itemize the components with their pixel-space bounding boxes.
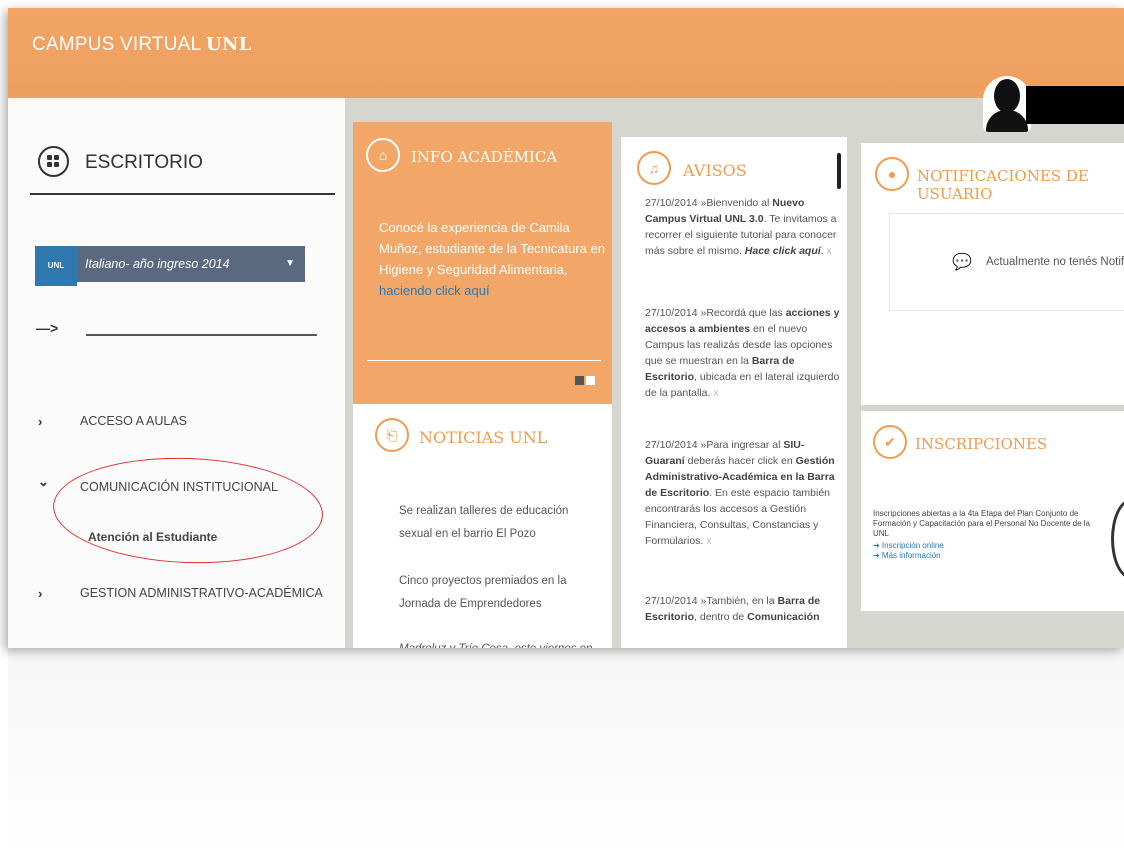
info-academica-panel: ⌂ INFO ACADÉMICA Conocé la experiencia d…: [353, 122, 612, 404]
notifications-empty-text: Actualmente no tenés Notificaciones: [986, 256, 1124, 268]
speech-bubble-icon: 💬: [952, 254, 972, 271]
brand-text: CAMPUS VIRTUAL: [32, 34, 201, 55]
grid-icon[interactable]: [38, 146, 69, 177]
reflection-gradient: [8, 648, 1124, 848]
brand-logo[interactable]: CAMPUS VIRTUAL UNL: [32, 34, 251, 56]
aviso-date: 27/10/2014 »: [645, 307, 707, 319]
info-text: Conocé la experiencia de Camila Muñoz, e…: [379, 217, 605, 301]
course-select[interactable]: Italiano- año ingreso 2014 ▼: [77, 246, 305, 282]
news-item[interactable]: Madreluz y Trío Cosa, este viernes en: [399, 638, 604, 648]
brand-bold-text: UNL: [206, 34, 252, 55]
sidebar-item-gestion[interactable]: › GESTION ADMINISTRATIVO-ACADÉMICA: [8, 580, 345, 610]
check-icon: ✔: [873, 425, 907, 459]
user-avatar[interactable]: [983, 76, 1031, 132]
arrow-icon: —>: [36, 320, 59, 336]
aviso-text: Recordá que las: [706, 307, 786, 319]
chevron-right-icon: ›: [38, 414, 43, 429]
sidebar-item-label: ACCESO A AULAS: [80, 414, 187, 428]
close-icon[interactable]: x: [827, 245, 832, 257]
info-body: Conocé la experiencia de Camila Muñoz, e…: [379, 220, 605, 277]
aviso-text: Bienvenido al: [706, 197, 773, 209]
top-bar: CAMPUS VIRTUAL UNL: [8, 8, 1124, 98]
aviso-date: 27/10/2014 »: [645, 595, 707, 607]
aviso-date: 27/10/2014 »: [645, 439, 707, 451]
aviso-text: .: [820, 245, 824, 257]
reflection: [8, 648, 1124, 848]
scrollbar[interactable]: [837, 153, 841, 189]
notificaciones-panel: ● NOTIFICACIONES DE USUARIO 💬 Actualment…: [861, 143, 1124, 405]
aviso-link[interactable]: Hace click aquí: [745, 245, 821, 257]
carousel-dot[interactable]: [575, 376, 584, 385]
aviso-text: , dentro de: [694, 611, 748, 623]
inscripciones-panel: ✔ INSCRIPCIONES Inscripciones abiertas a…: [861, 411, 1124, 611]
avatar-torso: [986, 110, 1028, 132]
divider: [367, 360, 601, 361]
divider: [30, 193, 335, 195]
sidebar-title: ESCRITORIO: [85, 152, 203, 173]
sidebar: ESCRITORIO UNL Italiano- año ingreso 201…: [8, 98, 345, 648]
inscripcion-online-link[interactable]: ➜ Inscripción online: [873, 541, 944, 550]
highlight-ellipse: [51, 453, 325, 568]
aviso-text: deberás hacer click en: [684, 455, 796, 467]
panel-title: NOTICIAS UNL: [419, 428, 548, 447]
bank-icon: ⌂: [366, 138, 400, 172]
panel-title: INFO ACADÉMICA: [411, 148, 558, 166]
aviso-text: Para ingresar al: [706, 439, 784, 451]
news-item[interactable]: Se realizan talleres de educación sexual…: [399, 500, 604, 546]
panel-title: INSCRIPCIONES: [915, 435, 1048, 453]
bookmark-icon: ⎗: [375, 418, 409, 452]
close-icon[interactable]: x: [706, 535, 711, 547]
aviso-item: 27/10/2014 »También, en la Barra de Escr…: [645, 593, 841, 625]
bell-icon: ♫: [637, 151, 671, 185]
divider: [86, 334, 317, 336]
course-select-value: Italiano- año ingreso 2014: [85, 257, 230, 271]
aviso-bold: Comunicación: [747, 611, 820, 623]
sidebar-item-acceso-aulas[interactable]: › ACCESO A AULAS: [8, 408, 345, 438]
carousel-dot[interactable]: [586, 376, 595, 385]
avatar-head: [994, 79, 1020, 113]
chevron-down-icon: ⌄: [38, 474, 49, 489]
avisos-panel: ♫ AVISOS 27/10/2014 »Bienvenido al Nuevo…: [621, 137, 847, 648]
noticias-panel: ⎗ NOTICIAS UNL Se realizan talleres de e…: [353, 404, 612, 648]
inscripciones-text: Inscripciones abiertas a la 4ta Etapa de…: [873, 509, 1091, 538]
user-name-redacted: [1026, 86, 1124, 124]
aviso-item: 27/10/2014 »Para ingresar al SIU-Guaraní…: [645, 437, 841, 549]
app-window: CAMPUS VIRTUAL UNL ESCRITORIO UNL Italia…: [8, 8, 1124, 648]
panel-title: NOTIFICACIONES DE USUARIO: [917, 167, 1089, 203]
chevron-right-icon: ›: [38, 586, 43, 601]
carousel-dots[interactable]: [573, 372, 595, 390]
notifications-box: 💬 Actualmente no tenés Notificaciones: [889, 213, 1124, 311]
aviso-text: También, en la: [706, 595, 778, 607]
decorative-image: [1111, 499, 1124, 579]
chat-icon: ●: [875, 157, 909, 191]
caret-down-icon: ▼: [285, 258, 295, 269]
panel-title: AVISOS: [683, 161, 747, 180]
unl-badge: UNL: [35, 246, 77, 286]
aviso-item: 27/10/2014 »Recordá que las acciones y a…: [645, 305, 841, 401]
aviso-date: 27/10/2014 »: [645, 197, 707, 209]
aviso-item: 27/10/2014 »Bienvenido al Nuevo Campus V…: [645, 195, 841, 259]
sidebar-item-label: GESTION ADMINISTRATIVO-ACADÉMICA: [80, 586, 323, 600]
mas-informacion-link[interactable]: ➜ Más información: [873, 551, 941, 560]
info-link[interactable]: haciendo click aquí: [379, 283, 490, 298]
news-item[interactable]: Cinco proyectos premiados en la Jornada …: [399, 570, 604, 616]
close-icon[interactable]: x: [713, 387, 718, 399]
